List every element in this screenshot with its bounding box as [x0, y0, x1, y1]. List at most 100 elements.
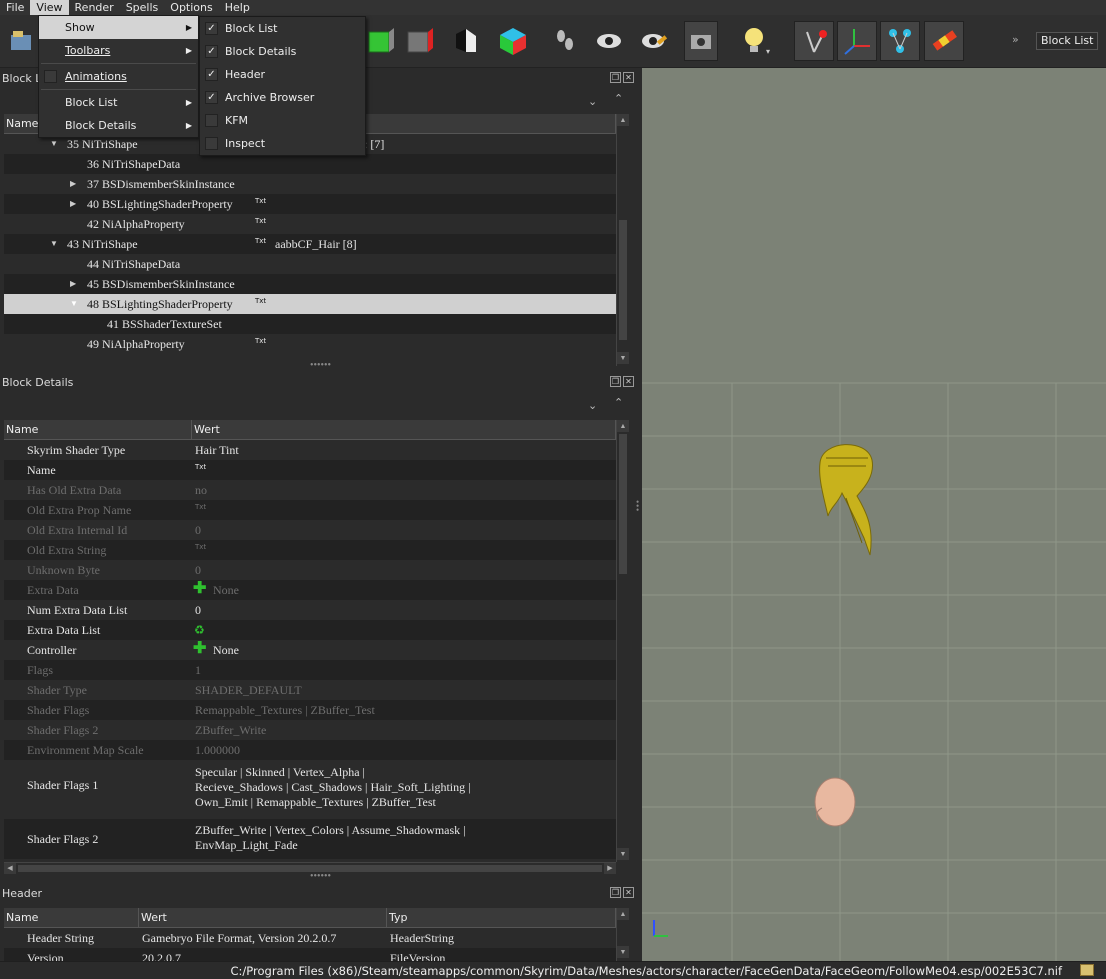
float-icon[interactable]: ❐ — [610, 376, 621, 387]
scroll-thumb[interactable] — [619, 220, 627, 340]
axes-gizmo-icon[interactable] — [837, 21, 877, 61]
shaded-shape-icon[interactable] — [448, 21, 482, 61]
add-icon[interactable]: ✚ — [193, 639, 206, 659]
table-row[interactable]: Shader Flags 2 ZBuffer_Write | Vertex_Co… — [4, 819, 616, 859]
menu-item-show-block-list[interactable]: ✓ Block List — [200, 17, 365, 40]
field-value[interactable]: ZBuffer_Write — [195, 720, 266, 740]
table-row[interactable]: Header String Gamebryo File Format, Vers… — [4, 928, 616, 948]
color-cube-icon[interactable] — [496, 21, 530, 61]
menu-item-show-block-details[interactable]: ✓ Block Details — [200, 40, 365, 63]
scroll-down-icon[interactable]: ▼ — [617, 848, 629, 860]
eye-edit-icon[interactable] — [637, 21, 671, 61]
menu-item-show[interactable]: Show ▶ — [39, 16, 198, 39]
txt-icon[interactable]: Txt — [195, 457, 616, 477]
splitter-handle[interactable]: •••••• — [310, 871, 331, 882]
tree-item[interactable]: ▶ 40 BSLightingShaderProperty Txt — [4, 194, 616, 214]
block-list-toolbar-button[interactable]: Block List — [1036, 32, 1099, 50]
tree-item[interactable]: 41 BSShaderTextureSet — [4, 314, 616, 334]
eye-icon[interactable] — [592, 21, 626, 61]
expand-arrow-icon[interactable]: ▶ — [70, 194, 76, 214]
tree-item[interactable]: 36 NiTriShapeData — [4, 154, 616, 174]
table-row[interactable]: Shader Flags 2 ZBuffer_Write — [4, 720, 616, 740]
checkbox[interactable]: ✓ — [205, 45, 218, 58]
col-value-header[interactable]: Wert — [192, 420, 616, 439]
light-bulb-icon[interactable]: ▾ — [738, 21, 772, 61]
table-row[interactable]: Version 20.2.0.7 FileVersion — [4, 948, 616, 961]
hair-mesh[interactable] — [819, 444, 874, 556]
menu-file[interactable]: File — [0, 0, 30, 15]
solid-green-cube-icon[interactable] — [364, 21, 398, 61]
table-row[interactable]: Num Extra Data List 0 — [4, 600, 616, 620]
table-row[interactable]: Controller ✚ None — [4, 640, 616, 660]
collapse-all-icon[interactable]: ⌄ — [588, 95, 597, 108]
txt-icon[interactable]: Txt — [195, 497, 616, 517]
red-cube-icon[interactable] — [403, 21, 437, 61]
table-row[interactable]: Old Extra Prop Name Txt — [4, 500, 616, 520]
refresh-icon[interactable]: ♻ — [194, 620, 205, 640]
checkbox[interactable] — [205, 137, 218, 150]
table-row[interactable]: Name Txt — [4, 460, 616, 480]
menu-help[interactable]: Help — [219, 0, 256, 15]
tree-item[interactable]: ▶ 45 BSDismemberSkinInstance — [4, 274, 616, 294]
field-value[interactable]: None — [213, 580, 239, 600]
viewport-splitter[interactable]: • • • — [636, 498, 639, 515]
splitter-handle[interactable]: •••••• — [310, 360, 331, 371]
close-icon[interactable]: ✕ — [623, 376, 634, 387]
menu-item-show-header[interactable]: ✓ Header — [200, 63, 365, 86]
screenshot-camera-icon[interactable] — [684, 21, 718, 61]
col-name-header[interactable]: Name — [4, 908, 139, 927]
menu-item-animations[interactable]: Animations — [39, 65, 198, 88]
expand-up-icon[interactable]: ⌃ — [614, 396, 623, 409]
block-list-scrollbar[interactable]: ▲ ▼ — [616, 114, 629, 366]
table-row[interactable]: Shader Type SHADER_DEFAULT — [4, 680, 616, 700]
table-row[interactable]: Extra Data List ♻ — [4, 620, 616, 640]
tree-item[interactable]: 44 NiTriShapeData — [4, 254, 616, 274]
block-details-scrollbar[interactable]: ▲ ▼ — [616, 420, 629, 862]
field-value[interactable]: None — [213, 640, 239, 660]
render-viewport[interactable] — [642, 68, 1106, 961]
tree-item[interactable]: ▼ 48 BSLightingShaderProperty Txt — [4, 294, 616, 314]
table-row[interactable]: Shader Flags 1 Specular | Skinned | Vert… — [4, 761, 616, 809]
table-row[interactable]: Shader Flags Remappable_Textures | ZBuffe… — [4, 700, 616, 720]
collapse-arrow-icon[interactable]: ▼ — [50, 234, 58, 254]
checkbox[interactable] — [205, 114, 218, 127]
table-row[interactable]: Extra Data ✚ None — [4, 580, 616, 600]
scroll-left-icon[interactable]: ◀ — [4, 863, 16, 874]
scroll-up-icon[interactable]: ▲ — [617, 420, 629, 432]
menu-item-block-details[interactable]: Block Details ▶ — [39, 114, 198, 137]
table-row[interactable]: Environment Map Scale 1.000000 — [4, 740, 616, 760]
menu-item-show-archive-browser[interactable]: ✓ Archive Browser — [200, 86, 365, 109]
field-value[interactable]: Specular | Skinned | Vertex_Alpha | Reci… — [195, 765, 471, 810]
field-value[interactable]: SHADER_DEFAULT — [195, 680, 302, 700]
field-value[interactable]: ZBuffer_Write | Vertex_Colors | Assume_S… — [195, 823, 466, 853]
tree-item[interactable]: ▶ 37 BSDismemberSkinInstance — [4, 174, 616, 194]
checkbox[interactable]: ✓ — [205, 68, 218, 81]
header-scrollbar[interactable]: ▲ ▼ — [616, 908, 629, 961]
scroll-down-icon[interactable]: ▼ — [617, 946, 629, 958]
select-pin-icon[interactable] — [794, 21, 834, 61]
menu-item-toolbars[interactable]: Toolbars ▶ — [39, 39, 198, 62]
scroll-up-icon[interactable]: ▲ — [617, 908, 629, 920]
checkbox[interactable]: ✓ — [205, 91, 218, 104]
scroll-up-icon[interactable]: ▲ — [617, 114, 629, 126]
menu-view[interactable]: View — [30, 0, 69, 15]
tree-item[interactable]: ▼ 43 NiTriShape Txt aabbCF_Hair [8] — [4, 234, 616, 254]
heat-bone-icon[interactable] — [924, 21, 964, 61]
menu-options[interactable]: Options — [164, 0, 218, 15]
tree-item[interactable]: 49 NiAlphaProperty Txt — [4, 334, 616, 354]
collapse-all-icon[interactable]: ⌄ — [588, 399, 597, 412]
scroll-thumb[interactable] — [619, 434, 627, 574]
tree-item[interactable]: 42 NiAlphaProperty Txt — [4, 214, 616, 234]
field-value[interactable]: 0 — [195, 600, 201, 620]
menu-item-block-list[interactable]: Block List ▶ — [39, 91, 198, 114]
float-icon[interactable]: ❐ — [610, 72, 621, 83]
field-value[interactable]: Remappable_Textures | ZBuffer_Test — [195, 700, 375, 720]
scroll-right-icon[interactable]: ▶ — [604, 863, 616, 874]
open-file-icon[interactable] — [6, 21, 36, 61]
txt-icon[interactable]: Txt — [195, 537, 616, 557]
col-value-header[interactable]: Wert — [139, 908, 387, 927]
field-value[interactable]: 0 — [195, 560, 201, 580]
head-mesh[interactable] — [814, 777, 856, 827]
toolbar-overflow-icon[interactable]: » — [1012, 33, 1019, 46]
field-value[interactable]: 1.000000 — [195, 740, 240, 760]
